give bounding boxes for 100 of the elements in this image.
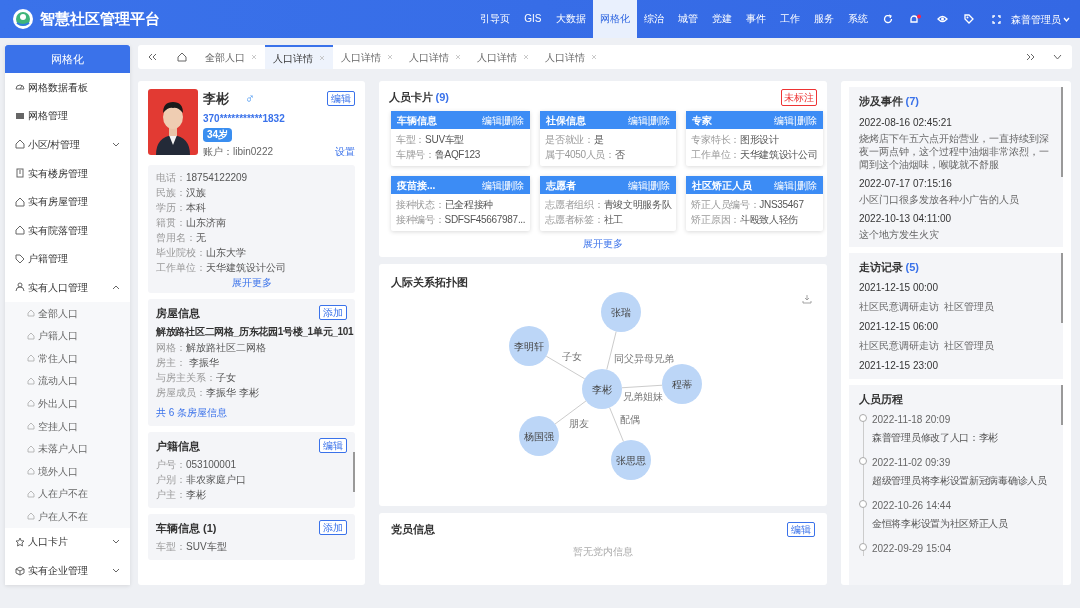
count-text: (7) [905,94,919,109]
sidebar-item[interactable]: 户籍管理 [5,244,130,274]
nav-item[interactable]: 工作 [772,0,807,38]
visit-staff: 社区管理员 [944,339,994,353]
person-node[interactable]: 张瑞 [601,292,641,332]
nav-item[interactable]: 网格化 [592,0,637,38]
nav-item[interactable]: 服务 [806,0,841,38]
edit-button[interactable]: 编辑 [319,438,347,454]
nav-item[interactable]: 党建 [704,0,739,38]
info-text: 民族：汉族 [156,185,206,200]
download-icon[interactable] [802,294,812,304]
house-icon [27,399,35,408]
expand-more-link[interactable]: 展开更多 [583,238,623,249]
sidebar-item[interactable]: 实有人口管理 [5,273,130,302]
event-text: 这个地方发生火灾 [859,227,940,241]
house-icon [15,225,25,236]
section-title: 人际关系拓扑图 [391,275,468,290]
sidebar-subitem[interactable]: 户在人不在 [5,505,130,528]
sidebar-item[interactable]: 网格管理 [5,101,130,131]
card-actions[interactable]: 编辑|删除 [481,112,525,128]
card-title: 专家 [692,113,713,128]
info-text: 矫正原因：斗殴致人轻伤 [691,213,799,227]
person-node[interactable]: 李明轩 [509,326,549,366]
event-text: 烧烤店下午五六点开始营业，一直持续到深夜一两点钟，这个过程中油烟非常浓烈，一闻到这个油烟味，喉咙就不舒服 [859,131,1050,171]
sidebar-subitem[interactable]: 人在户不在 [5,482,130,506]
sidebar-subitem[interactable]: 外出人口 [5,392,130,415]
sidebar-item[interactable]: 实有楼房管理 [5,158,130,188]
section-title: 人员历程 [859,392,903,407]
home-icon[interactable] [177,52,187,62]
card-actions[interactable]: 编辑|删除 [773,112,817,128]
sidebar-subitem[interactable]: 未落户人口 [5,437,130,460]
tab[interactable]: 人口详情 [265,45,333,69]
tab[interactable]: 人口详情 [537,45,605,69]
sidebar-item[interactable]: 网格数据看板 [5,73,130,102]
nav-item[interactable]: 城管 [670,0,705,38]
refresh-icon[interactable] [882,14,893,24]
card-actions[interactable]: 编辑|删除 [627,177,671,193]
nav-item[interactable]: GIS [517,0,549,38]
card-actions[interactable]: 编辑|删除 [627,112,671,128]
person-node[interactable]: 张思思 [611,440,651,480]
info-text: 志愿者组织：青竣文明服务队 [545,198,672,212]
tab[interactable]: 全部人口 [197,45,265,69]
nav-item[interactable]: 大数据 [548,0,593,38]
info-text: 户主：李彬 [156,487,206,502]
status-tag: 未标注 [781,89,817,106]
sidebar-item[interactable]: 实有房屋管理 [5,187,130,216]
sidebar-item[interactable]: 人口卡片 [5,527,130,557]
house-total-link[interactable]: 共 6 条房屋信息 [156,406,228,418]
card-actions[interactable]: 编辑|删除 [773,177,817,193]
add-button[interactable]: 添加 [319,305,347,321]
add-button[interactable]: 添加 [319,520,347,536]
sidebar-subitem[interactable]: 境外人口 [5,459,130,483]
tab[interactable]: 人口详情 [469,45,537,69]
edit-button[interactable]: 编辑 [327,91,355,107]
house-icon [27,331,35,340]
sidebar-subitem[interactable]: 全部人口 [5,301,130,325]
person-node[interactable]: 杨国强 [519,416,559,456]
sidebar-item[interactable]: 实有企业管理 [5,556,130,585]
settings-link[interactable]: 设置 [335,143,355,159]
bell-icon[interactable] [908,14,921,24]
expand-more-link[interactable]: 展开更多 [231,276,272,288]
tag-icon[interactable] [963,14,974,24]
building-icon [15,168,25,179]
app-title: 智慧社区管理平台 [40,8,160,29]
sidebar-subitem[interactable]: 常住人口 [5,346,130,370]
chevron-down-icon[interactable] [1053,54,1062,60]
eye-icon[interactable] [936,14,948,24]
history-time: 2022-09-29 15:04 [872,541,951,556]
sidebar-subitem[interactable]: 流动人口 [5,369,130,393]
card-actions[interactable]: 编辑|删除 [481,177,525,193]
house-icon [27,489,35,498]
tab[interactable]: 人口详情 [401,45,469,69]
person-node[interactable]: 李彬 [582,369,622,409]
sidebar-item[interactable]: 实有院落管理 [5,215,130,245]
nav-item[interactable]: 综治 [636,0,671,38]
event-text: 小区门口很多发放各种小广告的人员 [859,192,1020,206]
double-right-icon[interactable] [1026,53,1035,61]
user-name[interactable]: 森普管理员 [1010,11,1061,27]
edit-button[interactable]: 编辑 [787,521,815,537]
house-icon [15,139,25,150]
double-left-icon[interactable] [148,53,157,61]
sidebar-subitem[interactable]: 户籍人口 [5,324,130,347]
fullscreen-icon[interactable] [991,14,1001,24]
timeline-dot [859,456,867,465]
house-icon [27,376,35,385]
info-text: 属于4050人员：否 [545,148,625,162]
nav-item[interactable]: 事件 [738,0,773,38]
person-node[interactable]: 程蒂 [662,364,702,404]
nav-item[interactable]: 引导页 [473,0,518,38]
connector-line [606,330,617,371]
house-icon [27,512,35,521]
relation-label: 兄弟姐妹 [622,390,663,402]
sidebar-subitem[interactable]: 空挂人口 [5,414,130,438]
info-text: 毕业院校：山东大学 [156,245,246,260]
tab[interactable]: 人口详情 [333,45,401,69]
section-title: 党员信息 [391,522,435,537]
age-badge: 34岁 [203,127,233,142]
sidebar-item[interactable]: 小区/村管理 [5,130,130,159]
nav-item[interactable]: 系统 [840,0,875,38]
timeline-dot [859,413,867,422]
